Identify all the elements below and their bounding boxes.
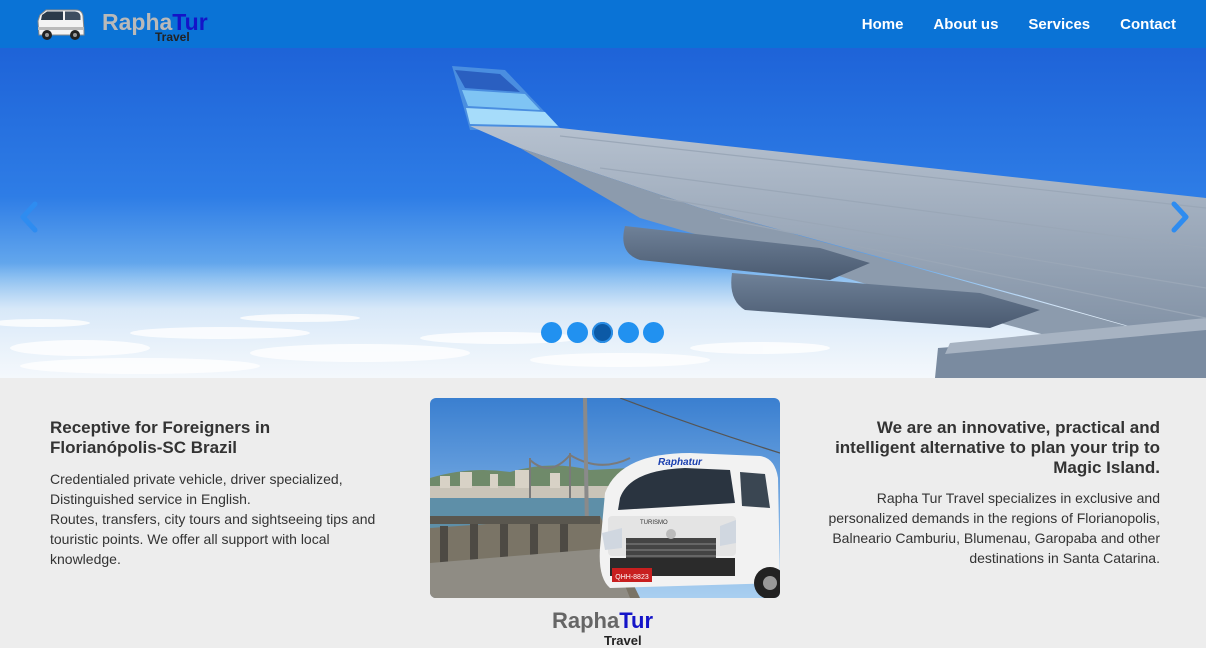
slider-dot[interactable] <box>541 322 562 343</box>
receptive-heading-line2: Florianópolis-SC Brazil <box>50 438 238 457</box>
brand-logo[interactable]: RaphaTur Travel <box>36 5 236 45</box>
van-icon <box>37 9 85 40</box>
about-heading: We are an innovative, practical and inte… <box>805 418 1160 478</box>
slider-dot[interactable] <box>643 322 664 343</box>
main-nav: Home About us Services Contact <box>832 0 1176 48</box>
footer-brand-subtitle: Travel <box>604 633 642 648</box>
nav-contact[interactable]: Contact <box>1120 16 1176 33</box>
chevron-right-icon <box>1171 201 1189 233</box>
receptive-section: Receptive for Foreigners in Florianópoli… <box>50 418 395 569</box>
slider-next-button[interactable] <box>1164 200 1194 234</box>
license-plate: QHH-8823 <box>615 574 649 581</box>
slider-dot[interactable] <box>566 322 588 343</box>
van-photo: QHH-8823 Raphatur TURISMO <box>430 398 780 598</box>
about-heading-line2: intelligent alternative to plan your tri… <box>835 438 1160 457</box>
van-lettering: Raphatur <box>658 457 703 468</box>
slider-prev-button[interactable] <box>15 200 45 234</box>
brand-subtitle: Travel <box>155 30 190 44</box>
receptive-line3: Routes, transfers, city tours and sights… <box>50 511 376 567</box>
slider-dot[interactable] <box>617 322 639 343</box>
hero-slider <box>0 48 1206 378</box>
receptive-line1: Credentialed private vehicle, driver spe… <box>50 471 343 487</box>
footer-brand-logo: RaphaTur Travel <box>552 606 672 648</box>
nav-about-us[interactable]: About us <box>933 16 998 33</box>
about-text: Rapha Tur Travel specializes in exclusiv… <box>828 490 1160 566</box>
navbar: RaphaTur Travel Home About us Services C… <box>0 0 1206 48</box>
receptive-heading-line1: Receptive for Foreigners in <box>50 418 271 437</box>
about-section: We are an innovative, practical and inte… <box>805 418 1160 568</box>
nav-services[interactable]: Services <box>1028 16 1090 33</box>
van-side-text: TURISMO <box>640 520 668 526</box>
about-heading-line1: We are an innovative, practical and <box>876 418 1160 437</box>
nav-home[interactable]: Home <box>862 16 904 33</box>
slider-dot[interactable] <box>592 322 613 343</box>
receptive-text: Credentialed private vehicle, driver spe… <box>50 469 395 569</box>
receptive-heading: Receptive for Foreigners in Florianópoli… <box>50 418 395 458</box>
footer-brand-name: RaphaTur <box>552 608 653 634</box>
about-heading-line3: Magic Island. <box>1053 458 1160 477</box>
footer-brand-part1: Rapha <box>552 608 620 633</box>
chevron-left-icon <box>20 201 38 233</box>
footer-brand-part2: Tur <box>619 608 654 633</box>
receptive-line2: Distinguished service in English. <box>50 491 251 507</box>
slider-indicators <box>541 322 669 343</box>
